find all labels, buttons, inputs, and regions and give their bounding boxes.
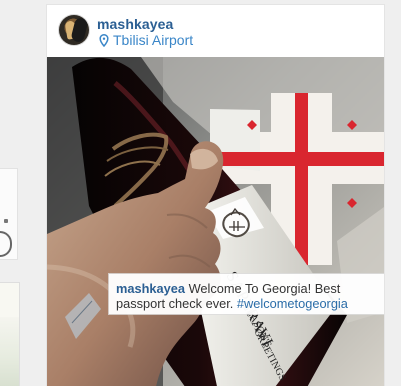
social-feed-screen: mashkayea Tbilisi Airport SEASON'S GREET…	[0, 0, 401, 386]
post-location[interactable]: Tbilisi Airport	[98, 32, 193, 48]
partial-card-arc	[0, 231, 12, 257]
profile-avatar	[59, 15, 89, 45]
post-header: mashkayea Tbilisi Airport	[47, 5, 384, 57]
caption-line-two: passport check ever. #welcometogeorgia	[116, 296, 380, 311]
partial-card-mark	[4, 219, 8, 223]
caption-line-one: mashkayea Welcome To Georgia! Best	[116, 281, 380, 296]
instagram-post-card[interactable]: mashkayea Tbilisi Airport SEASON'S GREET…	[46, 4, 385, 386]
caption-text-line-two: passport check ever.	[116, 296, 237, 311]
post-photo[interactable]: SAPERAVI SEASON'S GREETINGS	[47, 57, 384, 386]
post-username[interactable]: mashkayea	[97, 16, 173, 32]
caption-username[interactable]: mashkayea	[116, 281, 185, 296]
avatar[interactable]	[58, 14, 90, 46]
post-caption-overlay: mashkayea Welcome To Georgia! Best passp…	[109, 274, 384, 314]
location-pin-icon	[98, 33, 110, 47]
left-partial-card-bottom	[0, 282, 20, 386]
left-partial-card-top	[0, 168, 18, 260]
caption-hashtag[interactable]: #welcometogeorgia	[237, 296, 348, 311]
wine-bottle-photo: SAPERAVI SEASON'S GREETINGS	[47, 57, 384, 386]
location-label: Tbilisi Airport	[113, 32, 194, 48]
partial-card-image	[0, 317, 19, 386]
caption-text-line-one: Welcome To Georgia! Best	[185, 281, 341, 296]
